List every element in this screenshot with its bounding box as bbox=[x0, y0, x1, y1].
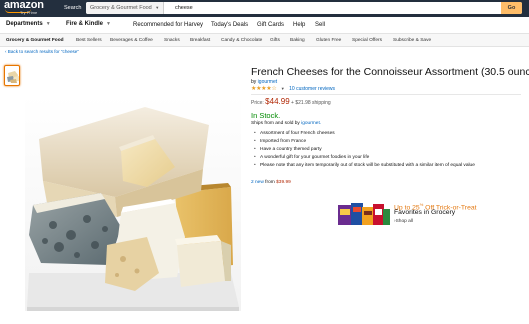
nav-todays-deals[interactable]: Today's Deals bbox=[211, 21, 248, 29]
subnav-item[interactable]: Special Offers bbox=[352, 37, 382, 44]
fire-kindle-menu[interactable]: Fire & Kindle ▼ bbox=[66, 20, 111, 28]
seller-link[interactable]: igourmet. bbox=[301, 121, 321, 126]
subnav-item[interactable]: Candy & Chocolate bbox=[221, 37, 262, 44]
new-offers-row: 2 new from $39.99 bbox=[251, 179, 291, 186]
feature-bullet: Imported from France bbox=[254, 138, 475, 146]
subnav-item[interactable]: Gifts bbox=[270, 37, 280, 44]
nav-gift-cards[interactable]: Gift Cards bbox=[257, 21, 284, 29]
top-header: amazon Try Prime Search Grocery & Gourme… bbox=[0, 0, 529, 17]
price-label: Price: bbox=[251, 100, 264, 106]
fire-kindle-label: Fire & Kindle bbox=[66, 21, 104, 27]
chevron-down-icon: ▼ bbox=[106, 21, 111, 27]
subnav-item[interactable]: Subscribe & Save bbox=[393, 37, 431, 44]
customer-reviews-link[interactable]: 10 customer reviews bbox=[289, 86, 335, 92]
product-main-image[interactable] bbox=[25, 95, 241, 311]
promo-ad[interactable]: Up to 25% Off Trick-or-Treat Favorites i… bbox=[338, 201, 508, 231]
chevron-down-icon: ▼ bbox=[45, 21, 51, 27]
search-category-label: Grocery & Gourmet Food bbox=[90, 5, 152, 11]
ships-from-text: Ships from and sold by igourmet. bbox=[251, 121, 321, 127]
departments-label: Departments bbox=[6, 21, 43, 27]
nav-sell[interactable]: Sell bbox=[315, 21, 325, 29]
main-nav: Departments ▼ Fire & Kindle ▼ Recommended … bbox=[0, 17, 529, 34]
feature-bullet: Have a country themed party bbox=[254, 146, 475, 154]
product-title: French Cheeses for the Connoisseur Assor… bbox=[251, 66, 529, 78]
new-from-label: from bbox=[265, 180, 275, 185]
departments-menu[interactable]: Departments ▼ bbox=[6, 20, 51, 28]
subnav-item[interactable]: Beverages & Coffee bbox=[110, 37, 153, 44]
product-price: $44.99 bbox=[265, 97, 290, 106]
feature-bullet: A wonderful gift for your gourmet foodie… bbox=[254, 154, 475, 162]
subnav-item[interactable]: Breakfast bbox=[190, 37, 210, 44]
search-bar: Grocery & Gourmet Food ▼ Go bbox=[86, 2, 522, 14]
search-label: Search bbox=[64, 5, 82, 11]
subnav-item[interactable]: Best Sellers bbox=[76, 37, 102, 44]
star-rating-icon[interactable]: ★★★★☆ bbox=[251, 86, 277, 92]
rating-row: ★★★★☆ ▼ 10 customer reviews bbox=[251, 85, 335, 93]
product-thumbnail[interactable] bbox=[4, 65, 20, 86]
new-offers-link[interactable]: 2 new bbox=[251, 180, 264, 185]
feature-bullet: Assortment of four French cheeses bbox=[254, 130, 475, 138]
back-to-results-link[interactable]: ‹ Back to search results for "cheese" bbox=[5, 49, 79, 55]
search-input[interactable] bbox=[172, 2, 476, 14]
candy-boxes-image bbox=[338, 203, 390, 225]
chevron-down-icon[interactable]: ▼ bbox=[281, 86, 285, 91]
nav-help[interactable]: Help bbox=[293, 21, 305, 29]
search-go-button[interactable]: Go bbox=[501, 2, 522, 14]
ad-subtitle: Favorites in Grocery bbox=[394, 209, 456, 216]
subnav-item[interactable]: Gluten Free bbox=[316, 37, 341, 44]
new-offers-price: $39.99 bbox=[276, 180, 291, 185]
subnav-item[interactable]: Grocery & Gourmet Food bbox=[6, 37, 64, 44]
subnav-item[interactable]: Baking bbox=[290, 37, 305, 44]
price-row: Price: $44.99 + $21.98 shipping bbox=[251, 97, 331, 108]
stock-status: In Stock. bbox=[251, 111, 281, 120]
ad-shop-link[interactable]: ›Shop all bbox=[394, 219, 413, 225]
ships-prefix: Ships from and sold by bbox=[251, 121, 300, 126]
chevron-down-icon: ▼ bbox=[155, 5, 160, 10]
feature-bullets: Assortment of four French cheeses Import… bbox=[254, 130, 475, 170]
category-subnav: Grocery & Gourmet Food Best Sellers Beve… bbox=[0, 34, 529, 47]
shipping-cost: + $21.98 shipping bbox=[291, 100, 331, 106]
cheese-thumbnail-image bbox=[6, 69, 19, 84]
search-category-dropdown[interactable]: Grocery & Gourmet Food ▼ bbox=[86, 2, 165, 14]
divider bbox=[251, 94, 521, 95]
try-prime-link[interactable]: Try Prime bbox=[20, 11, 37, 15]
feature-bullet: Please note that any item temporarily ou… bbox=[254, 162, 475, 170]
nav-recommended[interactable]: Recommended for Harvey bbox=[133, 21, 203, 29]
subnav-item[interactable]: Snacks bbox=[164, 37, 180, 44]
